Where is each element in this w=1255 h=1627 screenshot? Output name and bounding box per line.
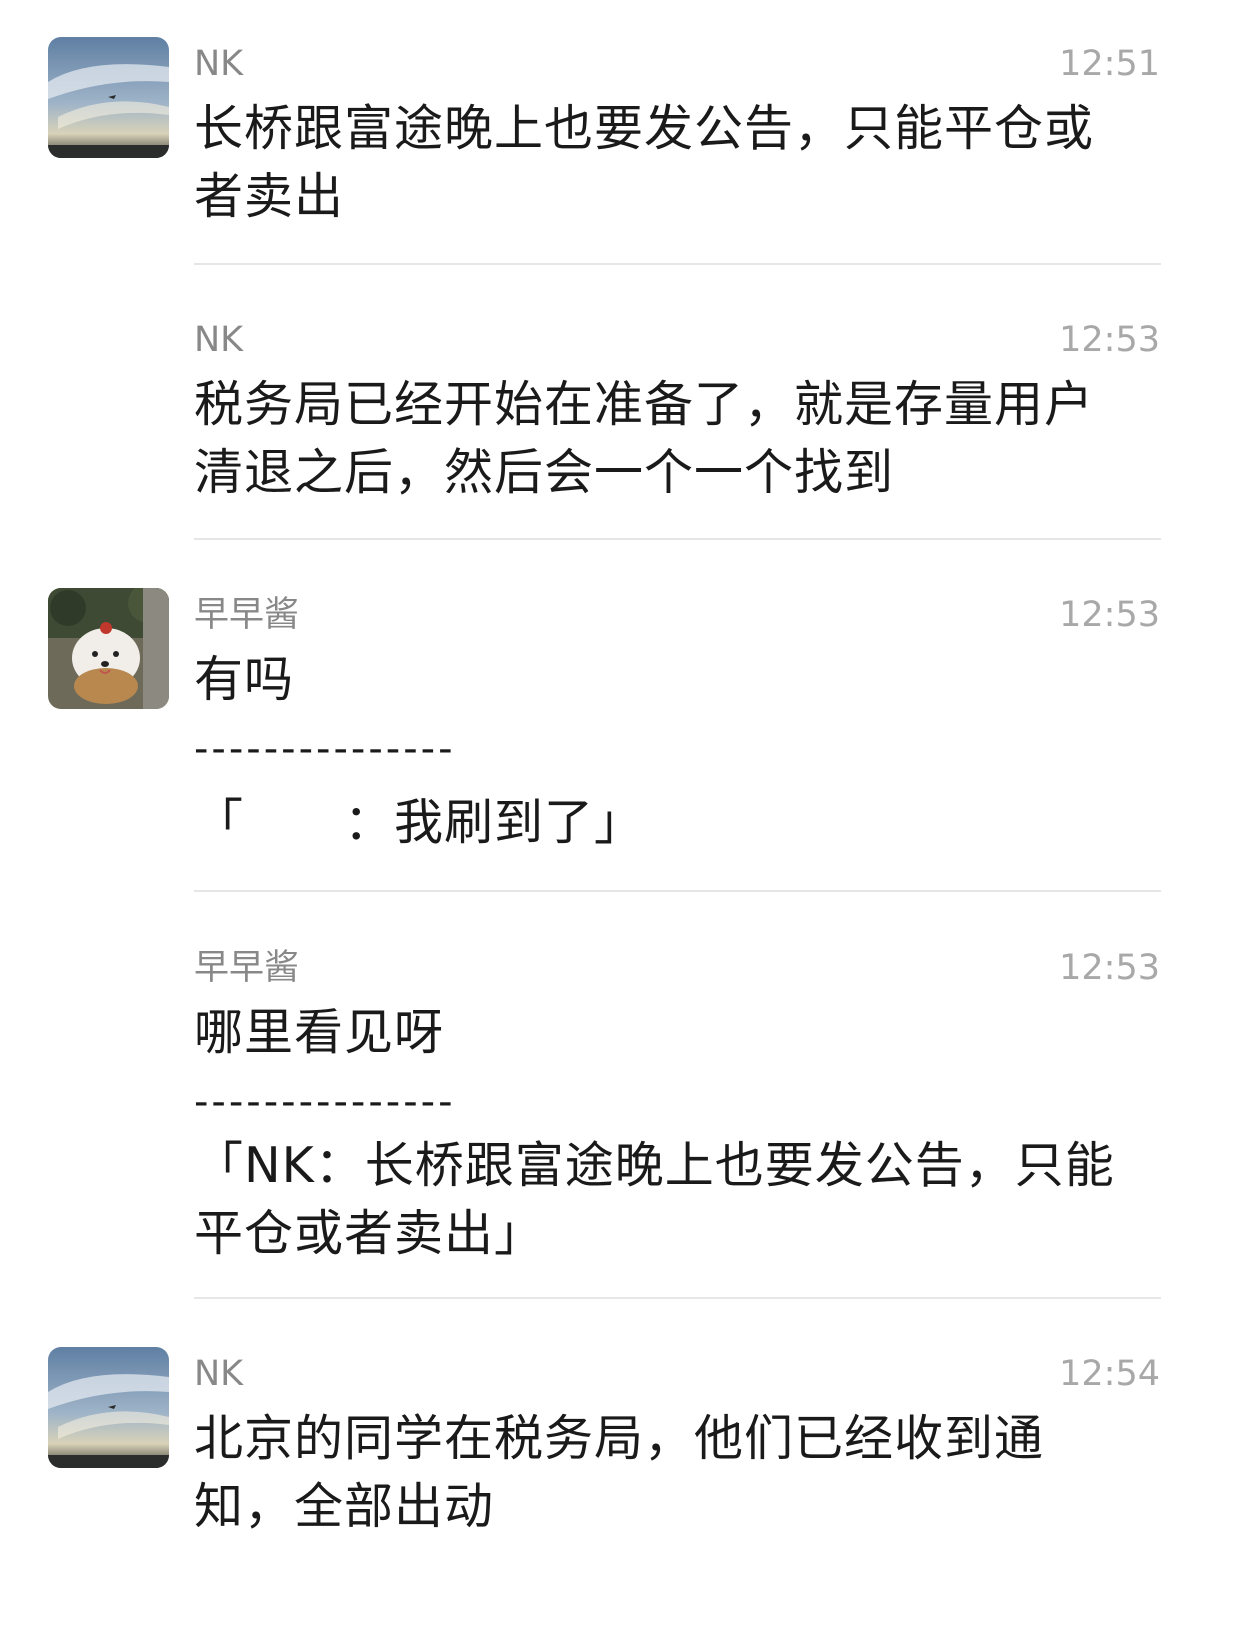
message-divider	[194, 263, 1161, 265]
message-item[interactable]: NK 12:51 长桥跟富途晚上也要发公告，只能平仓或者卖出	[0, 0, 1255, 265]
message-item[interactable]: 早早酱 12:53 有吗 --------------- 「 ：我刷到了」	[0, 551, 1255, 891]
message-divider	[194, 1297, 1161, 1299]
chat-message-list: NK 12:51 长桥跟富途晚上也要发公告，只能平仓或者卖出 NK 12:53 …	[0, 0, 1255, 1627]
quoted-message[interactable]: 「NK：长桥跟富途晚上也要发公告，只能平仓或者卖出」	[194, 1132, 1154, 1268]
sky-photo-icon	[48, 1347, 169, 1468]
avatar-nk[interactable]	[48, 37, 169, 158]
message-time: 12:54	[1059, 1354, 1160, 1394]
sender-name: NK	[194, 1354, 244, 1394]
dog-photo-icon	[48, 588, 169, 709]
message-time: 12:53	[1059, 595, 1160, 635]
sender-name: NK	[194, 44, 244, 84]
message-text: 有吗	[194, 651, 295, 708]
avatar-zaozaojiang[interactable]	[48, 588, 169, 709]
message-time: 12:53	[1059, 948, 1160, 988]
sender-name: 早早酱	[194, 948, 300, 988]
quote-separator: ---------------	[194, 1079, 456, 1125]
message-item[interactable]: NK 12:53 税务局已经开始在准备了，就是存量用户清退之后，然后会一个一个找…	[0, 276, 1255, 541]
quoted-message[interactable]: 「 ：我刷到了」	[194, 789, 1154, 857]
sky-photo-icon	[48, 37, 169, 158]
message-item[interactable]: NK 12:54 北京的同学在税务局，他们已经收到通知，全部出动	[0, 1310, 1255, 1627]
message-text: 北京的同学在税务局，他们已经收到通知，全部出动	[194, 1410, 1045, 1535]
message-time: 12:53	[1059, 320, 1160, 360]
message-text: 哪里看见呀	[194, 1004, 445, 1061]
quote-separator: ---------------	[194, 726, 456, 772]
message-item[interactable]: 早早酱 12:53 哪里看见呀 --------------- 「NK：长桥跟富…	[0, 904, 1255, 1299]
message-divider	[194, 538, 1161, 540]
sender-name: NK	[194, 320, 244, 360]
message-time: 12:51	[1059, 44, 1160, 84]
message-text: 税务局已经开始在准备了，就是存量用户清退之后，然后会一个一个找到	[194, 376, 1095, 501]
message-divider	[194, 890, 1161, 892]
message-text: 长桥跟富途晚上也要发公告，只能平仓或者卖出	[194, 100, 1095, 225]
avatar-nk[interactable]	[48, 1347, 169, 1468]
sender-name: 早早酱	[194, 595, 300, 635]
